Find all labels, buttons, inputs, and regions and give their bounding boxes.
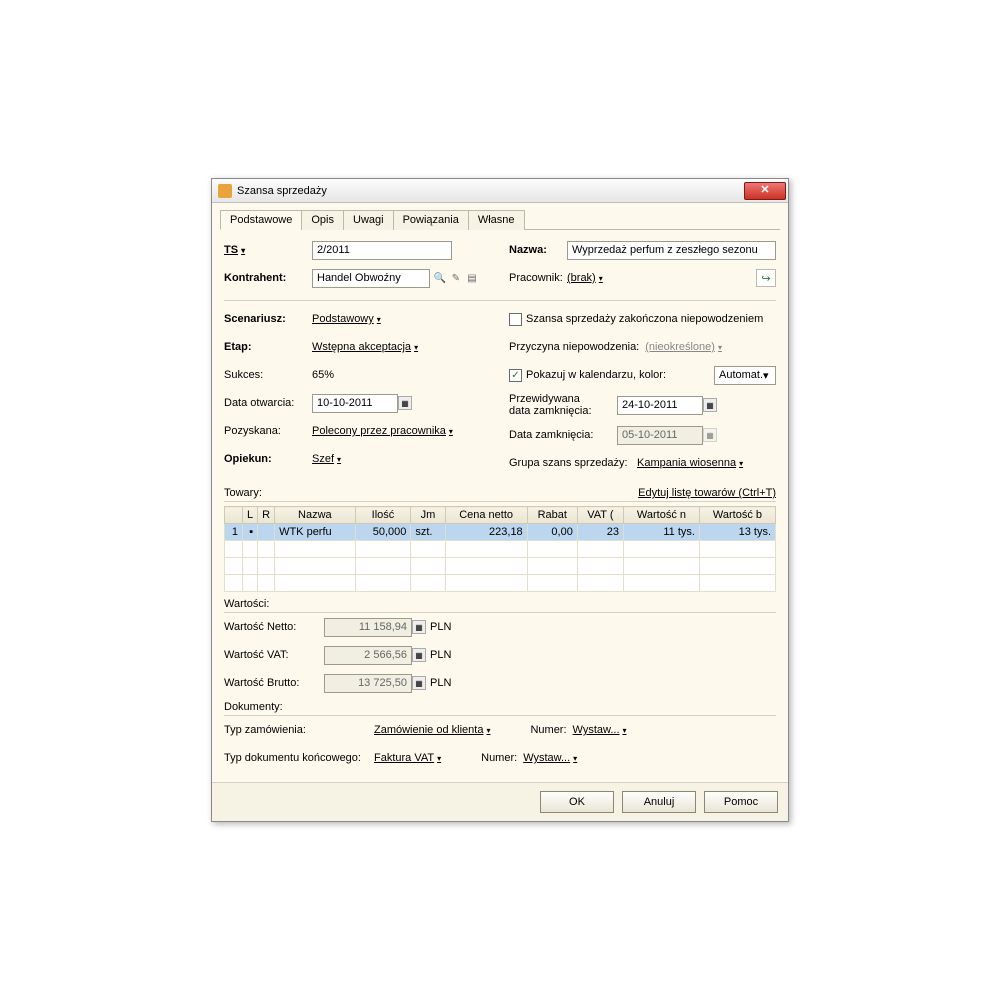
calc-icon[interactable]: ▦ [412,620,426,634]
calendar-icon[interactable]: ▦ [398,396,412,410]
ok-button[interactable]: OK [540,791,614,813]
close-date-input: 05-10-2011 [617,426,703,445]
search-icon[interactable]: 🔍 [433,271,447,285]
tab-opis[interactable]: Opis [301,210,344,230]
failed-label: Szansa sprzedaży zakończona niepowodzeni… [526,313,763,325]
contractor-input[interactable]: Handel Obwoźny [312,269,430,288]
edit-icon[interactable]: ✎ [449,271,463,285]
open-date-label: Data otwarcia: [224,397,312,409]
netto-label: Wartość Netto: [224,621,324,633]
name-label: Nazwa: [509,244,567,256]
list-icon[interactable]: ▤ [465,271,479,285]
contractor-label: Kontrahent: [224,272,312,284]
dialog-window: Szansa sprzedaży ✕ Podstawowe Opis Uwagi… [211,178,789,822]
vat-label: Wartość VAT: [224,649,324,661]
brutto-value: 13 725,50 [324,674,412,693]
calc-icon[interactable]: ▦ [412,648,426,662]
owner-dropdown[interactable]: Szef [312,453,341,465]
export-button[interactable]: ↪ [756,269,776,287]
name-input[interactable]: Wyprzedaż perfum z zeszłego sezonu [567,241,776,260]
tab-powiazania[interactable]: Powiązania [393,210,469,230]
acquired-label: Pozyskana: [224,425,312,437]
expected-close-label: Przewidywana data zamknięcia: [509,393,617,417]
scenario-label: Scenariusz: [224,313,312,325]
stage-dropdown[interactable]: Wstępna akceptacja [312,341,418,353]
calendar-icon: ▦ [703,428,717,442]
order-type-label: Typ zamówienia: [224,724,374,736]
expected-close-input[interactable]: 24-10-2011 [617,396,703,415]
close-date-label: Data zamknięcia: [509,429,617,441]
edit-goods-link[interactable]: Edytuj listę towarów (Ctrl+T) [638,487,776,499]
netto-value: 11 158,94 [324,618,412,637]
group-label: Grupa szans sprzedaży: [509,457,637,469]
failed-checkbox[interactable] [509,313,522,326]
color-select[interactable]: Automat. ▾ [714,366,776,385]
goods-table[interactable]: LR NazwaIlośćJmCena netto RabatVAT (Wart… [224,506,776,592]
brutto-label: Wartość Brutto: [224,677,324,689]
tab-podstawowe[interactable]: Podstawowe [220,210,302,230]
employee-dropdown[interactable]: (brak) [567,272,603,284]
numer-label: Numer: [530,724,566,736]
values-section-label: Wartości: [224,598,269,610]
owner-label: Opiekun: [224,453,312,465]
success-label: Sukces: [224,369,312,381]
ts-input[interactable]: 2/2011 [312,241,452,260]
open-date-input[interactable]: 10-10-2011 [312,394,398,413]
final-doc-label: Typ dokumentu końcowego: [224,752,374,764]
table-row[interactable]: 1▪ WTK perfu50,000szt. 223,180,0023 11 t… [225,524,776,541]
close-button[interactable]: ✕ [744,182,786,200]
fail-reason-label: Przyczyna niepowodzenia: [509,341,639,353]
titlebar[interactable]: Szansa sprzedaży ✕ [212,179,788,203]
numer-label-2: Numer: [481,752,517,764]
goods-section-label: Towary: [224,487,262,499]
fail-reason-dropdown[interactable]: (nieokreślone) [645,341,722,353]
acquired-dropdown[interactable]: Polecony przez pracownika [312,425,453,437]
scenario-dropdown[interactable]: Podstawowy [312,313,381,325]
final-doc-dropdown[interactable]: Faktura VAT [374,752,441,764]
calc-icon[interactable]: ▦ [412,676,426,690]
success-value: 65% [312,369,334,381]
order-type-dropdown[interactable]: Zamówienie od klienta [374,724,490,736]
show-calendar-checkbox[interactable]: ✓ [509,369,522,382]
help-button[interactable]: Pomoc [704,791,778,813]
vat-value: 2 566,56 [324,646,412,665]
numer-dropdown-2[interactable]: Wystaw... [523,752,577,764]
group-dropdown[interactable]: Kampania wiosenna [637,457,743,469]
tab-uwagi[interactable]: Uwagi [343,210,394,230]
app-icon [218,184,232,198]
ts-label[interactable]: TS [224,244,312,256]
cancel-button[interactable]: Anuluj [622,791,696,813]
window-title: Szansa sprzedaży [237,185,744,197]
tab-wlasne[interactable]: Własne [468,210,525,230]
stage-label: Etap: [224,341,312,353]
documents-section-label: Dokumenty: [224,701,283,713]
numer-dropdown[interactable]: Wystaw... [573,724,627,736]
calendar-icon[interactable]: ▦ [703,398,717,412]
employee-label: Pracownik: [509,272,567,284]
show-calendar-label: Pokazuj w kalendarzu, kolor: [526,369,666,381]
tab-strip: Podstawowe Opis Uwagi Powiązania Własne [220,209,780,230]
